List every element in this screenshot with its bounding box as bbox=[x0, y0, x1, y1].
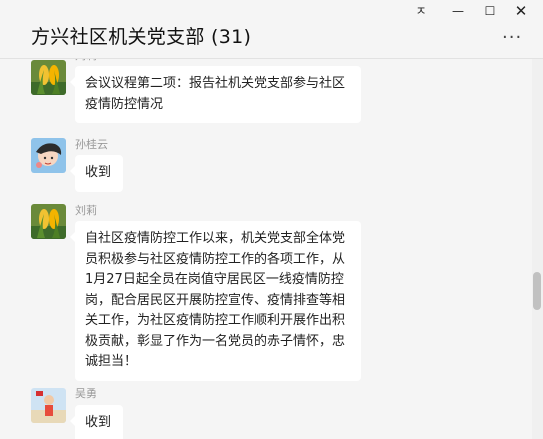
message-list[interactable]: 刘莉 会议议程第二项：报告社机关党支部参与社区疫情防控情况 孙桂云 收到 bbox=[0, 59, 531, 439]
more-options-icon[interactable]: ··· bbox=[502, 27, 522, 48]
corn-avatar[interactable] bbox=[31, 204, 66, 239]
sender-name: 刘莉 bbox=[75, 59, 97, 63]
scrollbar-track[interactable] bbox=[532, 59, 543, 439]
chat-window: 方兴社区机关党支部 (31) ㅈ — ☐ ✕ ··· 刘莉 会议议程第二项：报告… bbox=[0, 0, 543, 439]
sender-name: 刘莉 bbox=[75, 204, 97, 217]
chat-title: 方兴社区机关党支部 (31) bbox=[31, 26, 252, 48]
message-bubble[interactable]: 收到 bbox=[70, 155, 123, 192]
sender-name: 孙桂云 bbox=[75, 138, 108, 151]
pin-icon[interactable]: ㅈ bbox=[410, 2, 432, 20]
cartoon-girl-avatar[interactable] bbox=[31, 138, 66, 173]
sender-name: 吴勇 bbox=[75, 387, 97, 400]
message-bubble[interactable]: 收到 bbox=[70, 405, 123, 439]
child-beach-avatar[interactable] bbox=[31, 388, 66, 423]
maximize-icon[interactable]: ☐ bbox=[479, 2, 501, 20]
minimize-icon[interactable]: — bbox=[447, 2, 469, 20]
close-icon[interactable]: ✕ bbox=[510, 2, 532, 20]
message-bubble[interactable]: 自社区疫情防控工作以来，机关党支部全体党员积极参与社区疫情防控工作的各项工作，从… bbox=[70, 221, 361, 381]
title-bar: 方兴社区机关党支部 (31) ㅈ — ☐ ✕ ··· bbox=[0, 0, 543, 59]
message-bubble[interactable]: 会议议程第二项：报告社机关党支部参与社区疫情防控情况 bbox=[70, 66, 361, 123]
scrollbar-thumb[interactable] bbox=[533, 272, 541, 310]
corn-avatar[interactable] bbox=[31, 60, 66, 95]
